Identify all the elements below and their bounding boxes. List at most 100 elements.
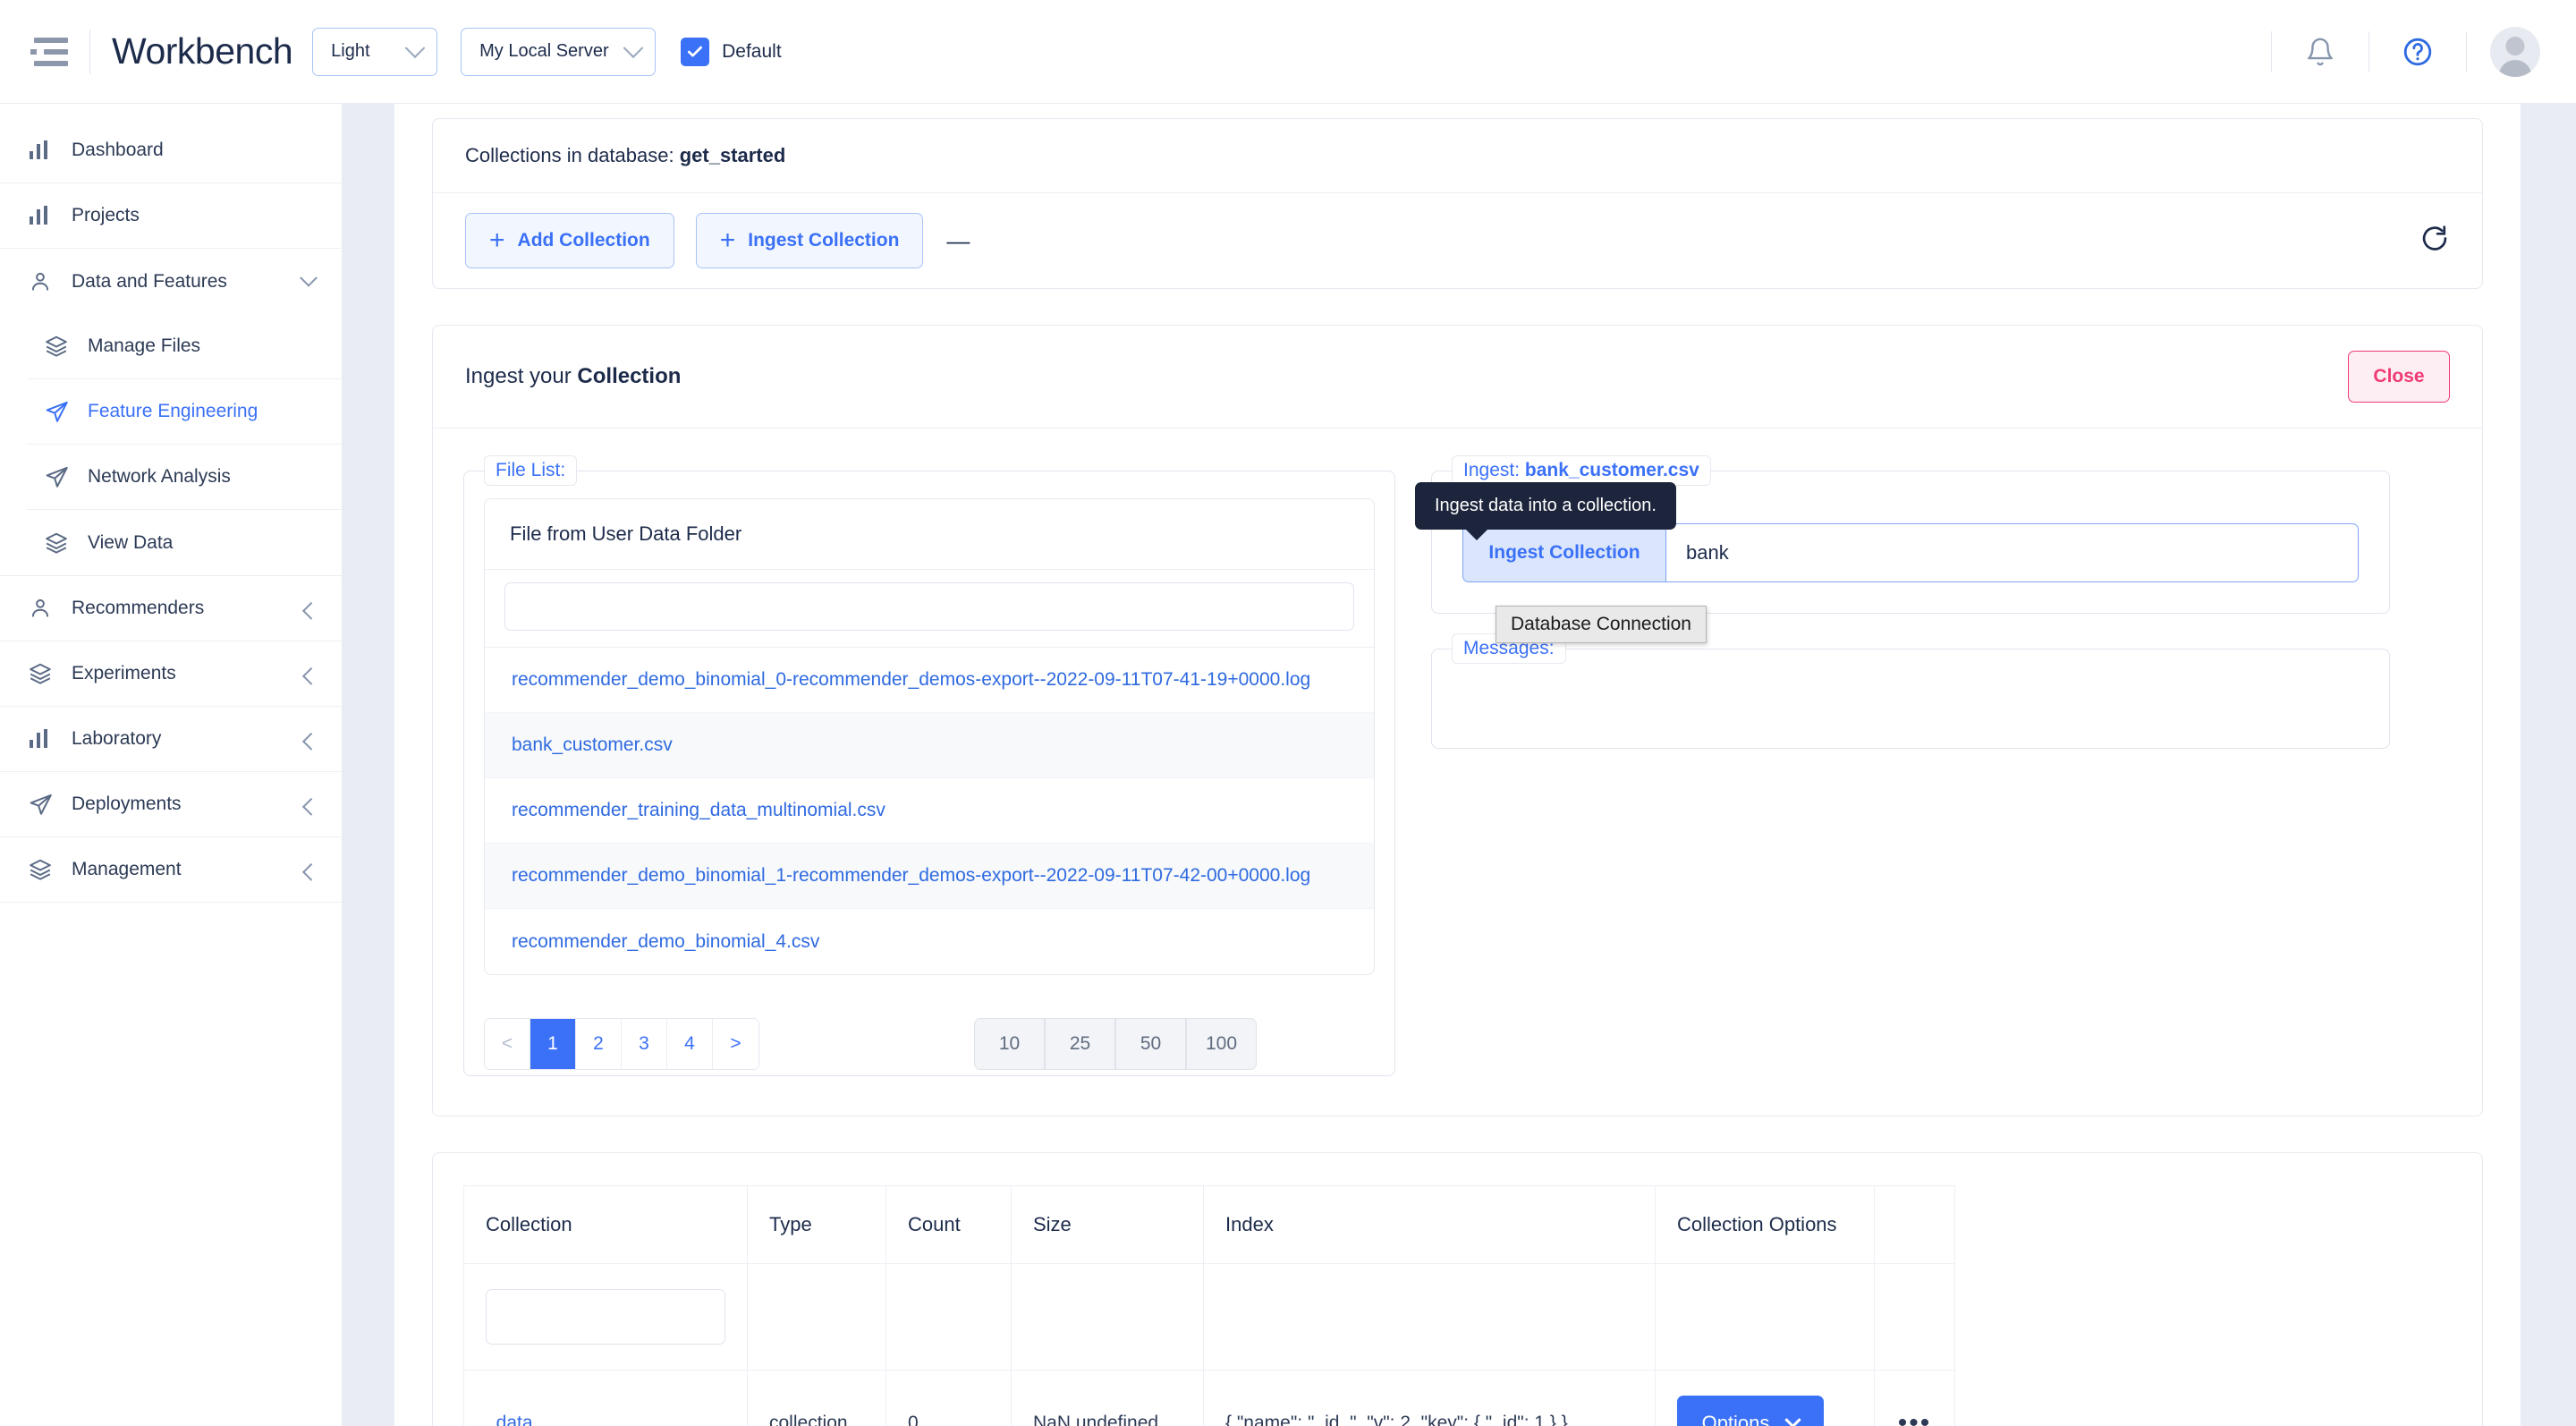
file-list-legend: File List:	[484, 455, 578, 486]
top-header-bar: Workbench Light My Local Server Default	[0, 0, 2576, 104]
ingest-collection-name-input[interactable]	[1666, 523, 2359, 582]
server-select-value: My Local Server	[479, 41, 609, 61]
filter-cell-actions	[1874, 1263, 1955, 1371]
person-icon	[27, 270, 54, 293]
sidebar-item-feature-engineering[interactable]: Feature Engineering	[27, 379, 342, 445]
question-circle-icon[interactable]	[2393, 27, 2443, 77]
theme-select[interactable]: Light	[312, 27, 438, 76]
page-size-group: 10 25 50 100	[974, 1018, 1257, 1070]
options-button[interactable]: Options	[1677, 1396, 1824, 1426]
collection-filter-input[interactable]	[486, 1289, 725, 1345]
page-size-50[interactable]: 50	[1115, 1018, 1186, 1070]
page-gutter-right	[2521, 104, 2576, 1426]
column-header-count: Count	[886, 1185, 1012, 1264]
theme-select-value: Light	[331, 41, 370, 61]
file-list-item[interactable]: recommender_demo_binomial_1-recommender_…	[485, 844, 1374, 909]
pagination-page-2[interactable]: 2	[576, 1019, 622, 1069]
add-collection-button[interactable]: + Add Collection	[465, 213, 674, 268]
bar-chart-icon	[27, 205, 54, 226]
sidebar-item-label: Management	[72, 859, 182, 879]
chevron-left-icon	[301, 797, 320, 816]
cell-collection-name[interactable]: _data	[463, 1370, 748, 1426]
sidebar-subnav-data-and-features: Manage Files Feature Engineering Network…	[0, 314, 342, 576]
column-header-actions	[1874, 1185, 1955, 1264]
sidebar-item-manage-files[interactable]: Manage Files	[27, 314, 342, 379]
collections-title-prefix: Collections in database:	[465, 144, 680, 166]
ingest-legend: Ingest: bank_customer.csv	[1452, 455, 1711, 486]
chevron-down-icon	[404, 37, 426, 58]
ingest-collection-button[interactable]: + Ingest Collection	[695, 213, 924, 268]
page-size-10[interactable]: 10	[974, 1018, 1045, 1070]
database-connection-tooltip: Database Connection	[1496, 606, 1707, 643]
sidebar-item-label: Projects	[72, 205, 140, 225]
header-divider	[2271, 30, 2272, 72]
app-title: Workbench	[112, 30, 293, 72]
collections-card-title: Collections in database: get_started	[433, 119, 2482, 193]
default-checkbox[interactable]	[681, 37, 710, 66]
ingest-legend-file: bank_customer.csv	[1524, 460, 1699, 480]
sidebar-item-label: View Data	[88, 531, 174, 553]
sidebar-item-experiments[interactable]: Experiments	[0, 641, 342, 707]
ingest-collection-submit-button[interactable]: Ingest Collection	[1462, 523, 1666, 582]
pagination-page-1[interactable]: 1	[530, 1019, 576, 1069]
person-icon	[27, 597, 54, 620]
ingest-column: Ingest: bank_customer.csv Ingest Collect…	[1415, 455, 2390, 1076]
page-size-100[interactable]: 100	[1186, 1018, 1257, 1070]
table-row: _data collection 0 NaN undefined { "name…	[463, 1370, 1955, 1426]
cell-index: { "name": "_id_", "v": 2, "key": { "_id"…	[1203, 1370, 1656, 1426]
ingest-panel-title: Ingest your Collection	[465, 364, 681, 389]
plus-icon: +	[719, 225, 736, 255]
collapse-minus-button[interactable]: —	[946, 227, 970, 255]
file-list-item[interactable]: recommender_training_data_multinomial.cs…	[485, 778, 1374, 844]
pagination-prev-button[interactable]: <	[485, 1019, 530, 1069]
file-list-inner: File from User Data Folder recommender_d…	[484, 498, 1375, 975]
row-more-actions-button[interactable]: •••	[1874, 1370, 1955, 1426]
sidebar-item-deployments[interactable]: Deployments	[0, 772, 342, 837]
cell-type: collection	[747, 1370, 886, 1426]
file-list-item[interactable]: recommender_demo_binomial_0-recommender_…	[485, 648, 1374, 713]
sidebar-item-management[interactable]: Management	[0, 837, 342, 903]
file-search-row	[485, 570, 1374, 648]
user-avatar[interactable]	[2490, 26, 2540, 77]
sidebar-item-view-data[interactable]: View Data	[27, 510, 342, 575]
page-size-25[interactable]: 25	[1045, 1018, 1115, 1070]
refresh-icon[interactable]	[2419, 224, 2450, 259]
sidebar-item-label: Network Analysis	[88, 466, 231, 487]
pagination-next-button[interactable]: >	[713, 1019, 758, 1069]
ingest-panel-header: Ingest your Collection Close	[433, 326, 2482, 429]
collections-card: Collections in database: get_started + A…	[432, 118, 2483, 289]
pagination-page-4[interactable]: 4	[667, 1019, 713, 1069]
filter-cell-count	[886, 1263, 1012, 1371]
sidebar-item-network-analysis[interactable]: Network Analysis	[27, 445, 342, 510]
hamburger-list-icon[interactable]	[30, 37, 68, 67]
table-header-row: Collection Type Count Size Index Collect…	[463, 1185, 1955, 1264]
collections-table: Collection Type Count Size Index Collect…	[463, 1185, 1955, 1426]
chevron-down-icon	[300, 268, 318, 287]
cell-collection-options: Options	[1655, 1370, 1875, 1426]
chevron-left-icon	[301, 732, 320, 751]
file-list-header: File from User Data Folder	[485, 499, 1374, 570]
ingest-panel: Ingest your Collection Close File List: …	[432, 325, 2483, 1116]
file-list-item[interactable]: bank_customer.csv	[485, 713, 1374, 778]
send-icon	[43, 465, 70, 489]
sidebar-item-laboratory[interactable]: Laboratory	[0, 707, 342, 772]
sidebar-item-recommenders[interactable]: Recommenders	[0, 576, 342, 641]
sidebar-item-label: Recommenders	[72, 598, 205, 618]
collections-actions: + Add Collection + Ingest Collection —	[433, 193, 2482, 288]
server-select[interactable]: My Local Server	[461, 27, 657, 76]
sidebar-item-projects[interactable]: Projects	[0, 183, 342, 249]
cell-size: NaN undefined	[1011, 1370, 1204, 1426]
bell-icon[interactable]	[2295, 27, 2345, 77]
filter-cell-collection	[463, 1263, 748, 1371]
sidebar-item-data-and-features[interactable]: Data and Features	[0, 249, 342, 314]
sidebar-item-dashboard[interactable]: Dashboard	[0, 118, 342, 183]
options-button-label: Options	[1701, 1412, 1770, 1426]
file-search-input[interactable]	[504, 582, 1354, 631]
pagination-page-3[interactable]: 3	[622, 1019, 667, 1069]
chevron-down-icon	[1784, 1411, 1802, 1426]
check-icon	[688, 46, 703, 57]
file-list-item[interactable]: recommender_demo_binomial_4.csv	[485, 909, 1374, 974]
close-button[interactable]: Close	[2348, 351, 2450, 403]
column-header-collection: Collection	[463, 1185, 748, 1264]
ingest-fieldset: Ingest: bank_customer.csv Ingest Collect…	[1431, 455, 2390, 614]
